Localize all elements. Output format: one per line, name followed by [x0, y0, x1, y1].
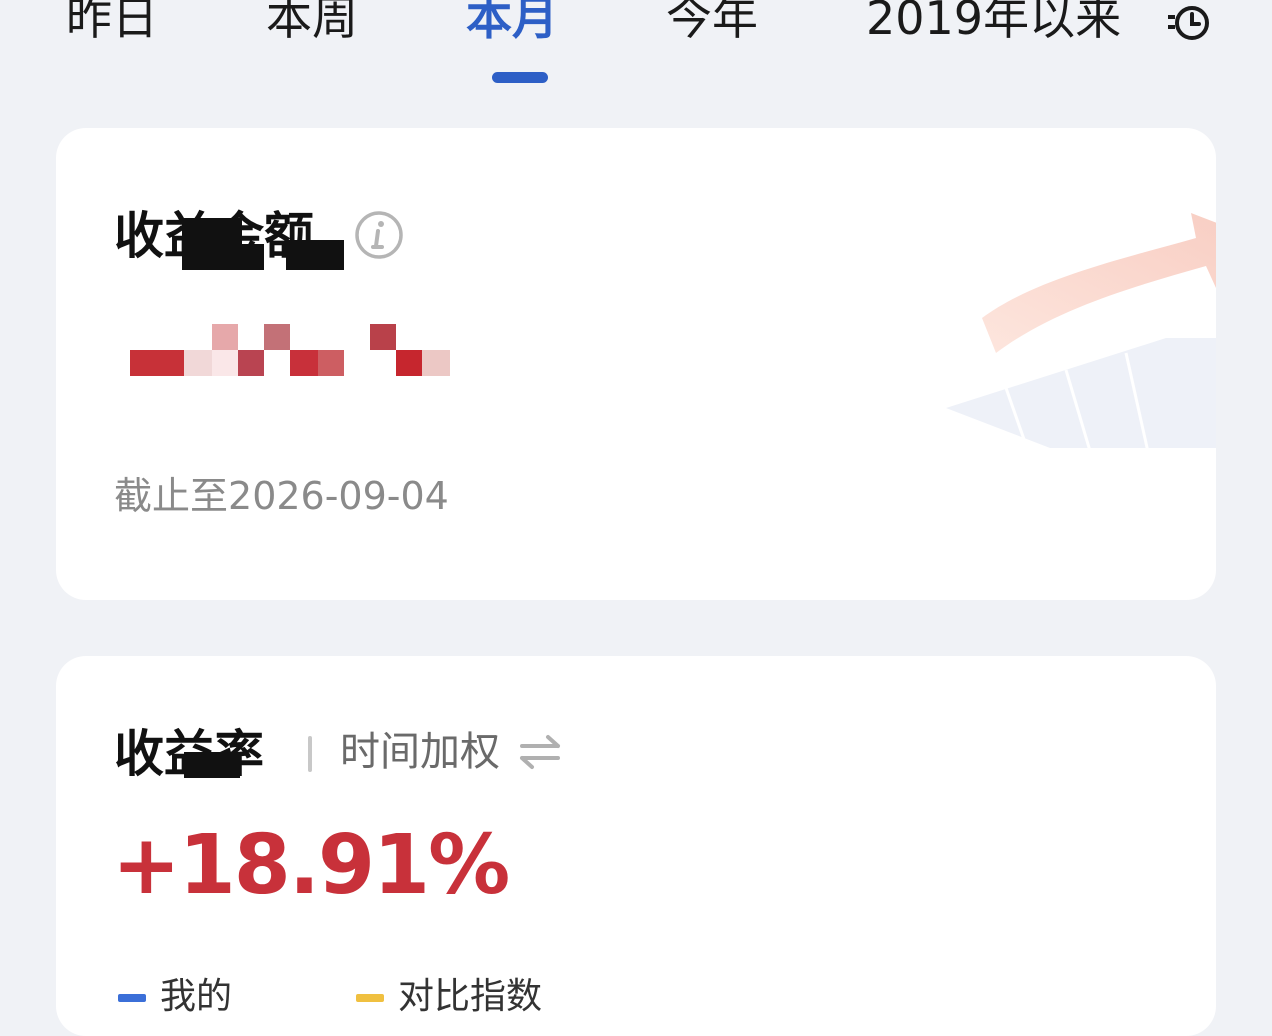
redaction-block — [234, 244, 264, 270]
redaction-block — [286, 240, 344, 270]
tab-since-2019[interactable]: 2019年以来 — [866, 0, 1121, 48]
legend-swatch-my — [118, 994, 146, 1002]
tab-this-month[interactable]: 本月 — [466, 0, 558, 48]
legend-swatch-compare — [356, 994, 384, 1002]
growth-chart-decoration — [946, 213, 1216, 448]
tab-this-week[interactable]: 本周 — [266, 0, 358, 48]
legend-my: 我的 — [118, 972, 232, 1022]
tab-yesterday[interactable]: 昨日 — [66, 0, 158, 48]
swap-arrows-icon[interactable] — [518, 734, 562, 770]
redaction-block — [184, 752, 240, 778]
legend-compare-index: 对比指数 — [356, 972, 542, 1022]
return-rate-card: 收益率 时间加权 +18.91% 我的 对比指数 — [56, 656, 1216, 1036]
period-tab-bar: 昨日 本周 本月 今年 2019年以来 — [0, 0, 1272, 110]
profit-amount-card: 收益金额 截止至2026-09-04 — [56, 128, 1216, 600]
redaction-block — [182, 218, 242, 270]
tab-this-year[interactable]: 今年 — [666, 0, 758, 48]
clock-icon[interactable] — [1168, 2, 1210, 44]
info-icon[interactable] — [354, 210, 404, 260]
active-tab-indicator — [492, 72, 548, 83]
return-rate-value: +18.91% — [112, 818, 510, 913]
as-of-date: 截止至2026-09-04 — [114, 474, 449, 518]
time-weighted-toggle[interactable]: 时间加权 — [340, 722, 500, 782]
title-divider — [308, 736, 312, 772]
